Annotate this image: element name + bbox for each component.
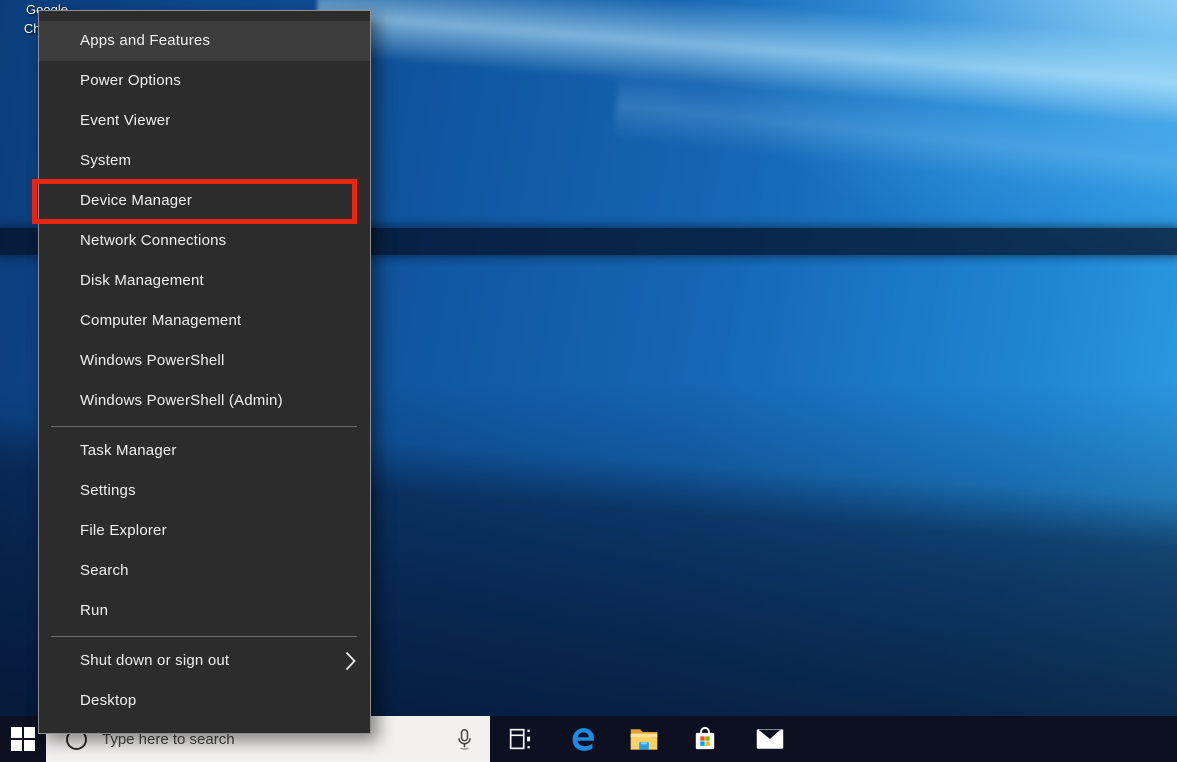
menu-item-system[interactable]: System <box>39 141 370 181</box>
menu-item-label: Shut down or sign out <box>80 641 229 681</box>
folder-icon <box>629 726 659 752</box>
file-explorer-button[interactable] <box>621 716 667 762</box>
menu-item-label: Device Manager <box>80 181 192 221</box>
menu-item-label: Settings <box>80 471 136 511</box>
menu-item-label: Run <box>80 591 108 631</box>
store-bag-icon <box>691 724 719 754</box>
microsoft-edge-button[interactable] <box>560 716 606 762</box>
menu-item-label: Apps and Features <box>80 21 210 61</box>
winx-menu-group-session: Shut down or sign outDesktop <box>39 641 370 721</box>
microphone-icon[interactable] <box>456 726 473 753</box>
edge-icon <box>569 725 598 754</box>
menu-item-device-manager[interactable]: Device Manager <box>39 181 370 221</box>
menu-item-label: Windows PowerShell <box>80 341 225 381</box>
menu-item-network-connections[interactable]: Network Connections <box>39 221 370 261</box>
winx-menu: Apps and FeaturesPower OptionsEvent View… <box>38 10 371 734</box>
menu-item-power-options[interactable]: Power Options <box>39 61 370 101</box>
menu-item-computer-management[interactable]: Computer Management <box>39 301 370 341</box>
winx-menu-group-tools: Task ManagerSettingsFile ExplorerSearchR… <box>39 431 370 631</box>
menu-item-disk-management[interactable]: Disk Management <box>39 261 370 301</box>
menu-item-file-explorer[interactable]: File Explorer <box>39 511 370 551</box>
menu-item-task-manager[interactable]: Task Manager <box>39 431 370 471</box>
menu-divider <box>51 636 357 637</box>
menu-item-label: Computer Management <box>80 301 241 341</box>
menu-item-search[interactable]: Search <box>39 551 370 591</box>
menu-item-label: File Explorer <box>80 511 167 551</box>
menu-item-apps-and-features[interactable]: Apps and Features <box>39 21 370 61</box>
menu-item-desktop[interactable]: Desktop <box>39 681 370 721</box>
menu-item-settings[interactable]: Settings <box>39 471 370 511</box>
windows-logo-icon <box>11 727 35 751</box>
menu-item-label: Power Options <box>80 61 181 101</box>
menu-item-label: Desktop <box>80 681 136 721</box>
task-view-icon <box>506 725 534 753</box>
task-view-button[interactable] <box>497 716 543 762</box>
menu-item-run[interactable]: Run <box>39 591 370 631</box>
menu-item-label: System <box>80 141 131 181</box>
menu-divider <box>51 426 357 427</box>
menu-item-windows-powershell[interactable]: Windows PowerShell <box>39 341 370 381</box>
menu-item-windows-powershell-admin[interactable]: Windows PowerShell (Admin) <box>39 381 370 421</box>
menu-item-shut-down-or-sign-out[interactable]: Shut down or sign out <box>39 641 370 681</box>
envelope-icon <box>755 727 785 751</box>
mail-button[interactable] <box>747 716 793 762</box>
menu-item-label: Windows PowerShell (Admin) <box>80 381 283 421</box>
winx-menu-group-system: Apps and FeaturesPower OptionsEvent View… <box>39 21 370 421</box>
menu-item-label: Disk Management <box>80 261 204 301</box>
menu-item-label: Network Connections <box>80 221 226 261</box>
desktop-screen: Google Chrome Apps and FeaturesPower Opt… <box>0 0 1177 762</box>
chevron-right-icon <box>345 651 356 671</box>
menu-item-label: Event Viewer <box>80 101 171 141</box>
menu-item-event-viewer[interactable]: Event Viewer <box>39 101 370 141</box>
menu-item-label: Task Manager <box>80 431 177 471</box>
microsoft-store-button[interactable] <box>682 716 728 762</box>
menu-item-label: Search <box>80 551 129 591</box>
